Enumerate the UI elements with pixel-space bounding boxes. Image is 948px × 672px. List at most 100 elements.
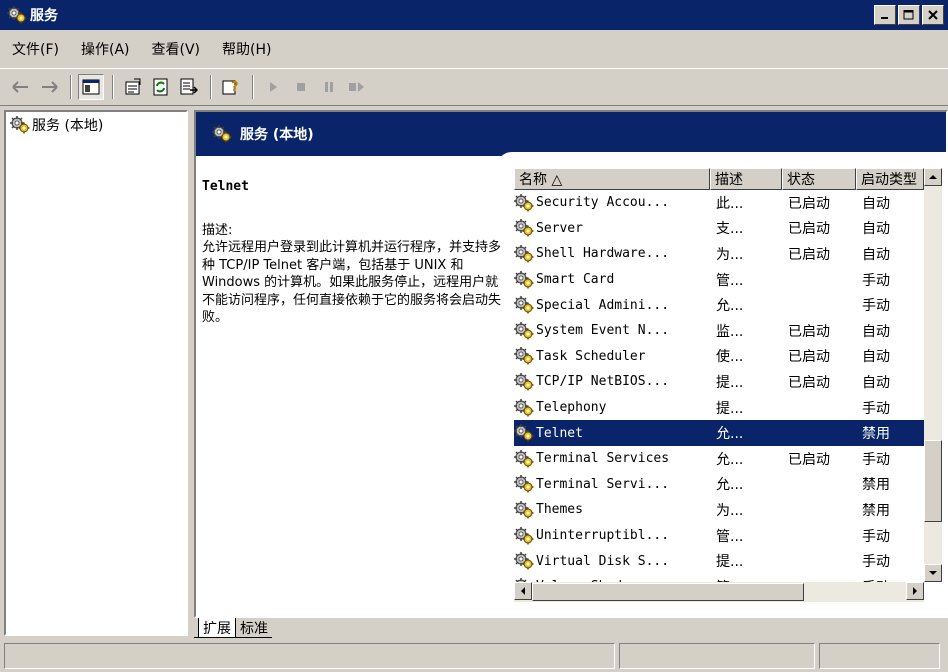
menu-file[interactable]: 文件(F) [12, 39, 59, 59]
toolbar: ? [0, 68, 948, 106]
service-name-cell: Virtual Disk S... [514, 552, 710, 571]
tab-extended[interactable]: 扩展 [198, 618, 236, 638]
service-startup-cell: 禁用 [862, 426, 890, 443]
scroll-up-button[interactable] [924, 168, 942, 186]
table-row[interactable]: Terminal Services 允... 已启动 手动 [514, 446, 924, 472]
stop-service-button[interactable] [288, 74, 314, 100]
back-button[interactable] [8, 74, 34, 100]
service-gear-icon [514, 347, 534, 366]
service-name-text: Special Admini... [536, 297, 670, 313]
scroll-down-button[interactable] [924, 564, 942, 582]
service-gear-icon [514, 526, 534, 545]
table-row[interactable]: Special Admini... 允... 手动 [514, 292, 924, 318]
table-row[interactable]: Shell Hardware... 为... 已启动 自动 [514, 241, 924, 267]
service-description-cell: 为... [716, 246, 744, 263]
table-row[interactable]: Uninterruptibl... 管... 手动 [514, 523, 924, 549]
show-hide-tree-icon [82, 79, 100, 95]
tab-standard[interactable]: 标准 [236, 618, 272, 638]
service-name-cell: Terminal Services [514, 449, 710, 468]
column-header-startup-type[interactable]: 启动类型 [856, 168, 924, 190]
service-startup-cell: 手动 [862, 554, 890, 571]
service-name-text: System Event N... [536, 323, 670, 339]
service-description-cell: 此... [716, 195, 744, 212]
service-startup-cell: 自动 [862, 323, 890, 340]
service-startup-cell: 手动 [862, 528, 890, 545]
scroll-left-button[interactable] [514, 582, 532, 600]
help-button[interactable]: ? [218, 74, 244, 100]
service-name-text: Telnet [536, 425, 583, 441]
table-row[interactable]: System Event N... 监... 已启动 自动 [514, 318, 924, 344]
service-name-text: Themes [536, 502, 583, 518]
service-name-text: Terminal Servi... [536, 476, 670, 492]
menu-action[interactable]: 操作(A) [81, 39, 130, 59]
service-name-text: Security Accou... [536, 195, 670, 211]
services-list: 名称 △ 描述 状态 启动类型 Security Accou... 此... 已启动… [514, 168, 946, 616]
service-gear-icon [514, 398, 534, 417]
forward-button[interactable] [36, 74, 62, 100]
properties-button[interactable] [120, 74, 146, 100]
service-name-cell: Server [514, 219, 710, 238]
description-label: 描述: [202, 222, 233, 238]
banner-title: 服务 (本地) [240, 127, 314, 143]
service-description-cell: 使... [716, 349, 744, 366]
service-name-text: Shell Hardware... [536, 246, 670, 262]
list-rows: Security Accou... 此... 已启动 自动 Server 支... 已启动自… [514, 190, 924, 582]
service-name-text: Smart Card [536, 272, 615, 288]
vertical-scrollbar[interactable] [924, 168, 942, 582]
export-list-button[interactable] [176, 74, 202, 100]
back-arrow-icon [12, 81, 28, 93]
refresh-button[interactable] [148, 74, 174, 100]
window-title: 服务 [30, 8, 58, 24]
maximize-button[interactable] [898, 5, 920, 25]
service-description-cell: 允... [716, 451, 744, 468]
service-gear-icon [514, 424, 534, 443]
column-header-description[interactable]: 描述 [710, 168, 782, 190]
service-description-cell: 提... [716, 400, 744, 417]
show-hide-tree-button[interactable] [78, 74, 104, 100]
status-panel-main [4, 643, 616, 669]
table-row[interactable]: Telephony 提... 手动 [514, 395, 924, 421]
table-row[interactable]: Virtual Disk S... 提... 手动 [514, 548, 924, 574]
table-row[interactable]: Server 支... 已启动 自动 [514, 216, 924, 242]
horizontal-scrollbar[interactable] [514, 582, 924, 602]
vertical-scroll-thumb[interactable] [924, 440, 942, 522]
table-row[interactable]: Task Scheduler 使... 已启动 自动 [514, 344, 924, 370]
close-icon [928, 10, 938, 20]
service-description-cell: 允... [716, 298, 744, 315]
service-description-panel: Telnet 描述: 允许远程用户登录到此计算机并运行程序，并支持多种 TCP/… [202, 178, 502, 327]
menu-view[interactable]: 查看(V) [152, 39, 201, 59]
tree-item-services-local[interactable]: 服务 (本地) [6, 112, 186, 138]
table-row[interactable]: Telnet 允... 禁用 [514, 420, 924, 446]
title-bar[interactable]: 服务 [0, 0, 948, 30]
restart-service-button[interactable] [344, 74, 370, 100]
service-gear-icon [514, 475, 534, 494]
table-row[interactable]: Themes 为... 禁用 [514, 497, 924, 523]
minimize-button[interactable] [874, 5, 896, 25]
table-row[interactable]: Security Accou... 此... 已启动 自动 [514, 190, 924, 216]
start-service-button[interactable] [260, 74, 286, 100]
horizontal-scroll-thumb[interactable] [532, 583, 804, 601]
column-header-status[interactable]: 状态 [782, 168, 856, 190]
service-startup-cell: 手动 [862, 298, 890, 315]
table-row[interactable]: Smart Card 管... 手动 [514, 267, 924, 293]
service-startup-cell: 自动 [862, 221, 890, 238]
menu-help[interactable]: 帮助(H) [222, 39, 271, 59]
pause-service-icon [325, 82, 333, 92]
service-startup-cell: 自动 [862, 349, 890, 366]
table-row[interactable]: Volume Shadow ...管...手动 [514, 574, 924, 582]
scroll-right-button[interactable] [906, 582, 924, 600]
service-description-cell: 为... [716, 502, 744, 519]
service-startup-cell: 手动 [862, 400, 890, 417]
service-name-text: Task Scheduler [536, 348, 646, 364]
service-gear-icon [514, 372, 534, 391]
pause-service-button[interactable] [316, 74, 342, 100]
service-description-cell: 支... [716, 221, 744, 238]
column-header-name[interactable]: 名称 △ [514, 168, 710, 190]
close-button[interactable] [922, 5, 944, 25]
table-row[interactable]: TCP/IP NetBIOS... 提... 已启动 自动 [514, 369, 924, 395]
service-name-text: TCP/IP NetBIOS... [536, 374, 670, 390]
service-description-cell: 允... [716, 477, 744, 494]
console-tree: 服务 (本地) [4, 110, 188, 636]
table-row[interactable]: Terminal Servi... 允... 禁用 [514, 472, 924, 498]
service-description-cell: 监... [716, 323, 744, 340]
